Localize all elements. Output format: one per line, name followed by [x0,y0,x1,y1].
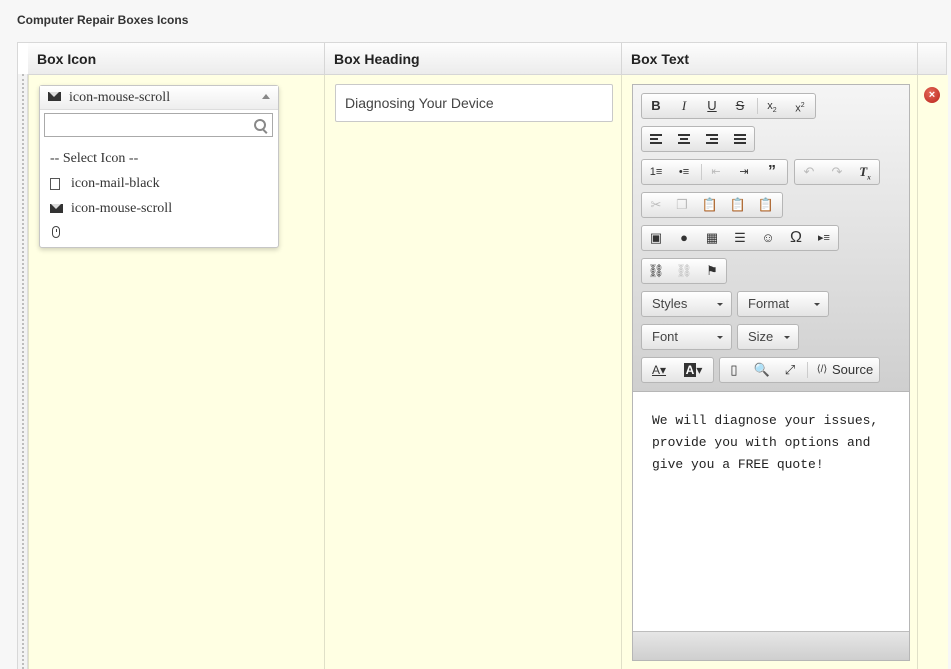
toolbar-group-colors: A▾ A ▾ [641,357,714,383]
toolbar-group-history: ↶ ↷ Tx [794,159,880,185]
paste-icon[interactable]: 📋 [700,195,720,215]
remove-row-icon[interactable]: × [924,87,940,103]
align-center-icon[interactable] [674,129,694,149]
blockquote-icon[interactable]: ” [762,162,782,182]
undo-icon[interactable]: ↶ [799,162,819,182]
search-icon [254,119,266,131]
row-actions-cell [917,75,948,669]
smiley-icon[interactable]: ☺ [758,228,778,248]
maximize-icon[interactable]: ⤢ [780,360,800,380]
icon-select-dropdown[interactable]: icon-mouse-scroll -- Select Icon -- icon… [39,85,279,248]
toolbar-group-align [641,126,755,152]
align-right-icon[interactable] [702,129,722,149]
column-header-box-text: Box Text [621,43,917,74]
source-icon[interactable]: ⟨/⟩ [812,360,832,380]
bold-icon[interactable]: B [646,96,666,116]
link-icon[interactable]: ⛓ [646,261,666,281]
copy-icon[interactable]: ❐ [672,195,692,215]
anchor-flag-icon[interactable]: ⚑ [702,261,722,281]
horizontal-rule-icon[interactable]: ☰ [730,228,750,248]
mouse-icon [52,226,60,238]
redo-icon[interactable]: ↷ [827,162,847,182]
format-dropdown[interactable]: Format [737,291,829,317]
font-dropdown[interactable]: Font [641,324,732,350]
indent-icon[interactable]: ⇥ [734,162,754,182]
text-color-icon[interactable]: A▾ [646,360,672,380]
mail-icon [50,204,63,213]
special-char-icon[interactable]: Ω [786,228,806,248]
box-text-cell: B I U S x2 x2 1≡ •≡ ⇤ ⇥ ” ↶ ↷ Tx ✂ ❐ 📋 📋… [621,75,917,669]
paste-word-icon[interactable]: 📋 [756,195,776,215]
row-drag-handle[interactable] [18,74,28,669]
page-break-icon[interactable]: ▸≡ [814,228,834,248]
repeater-table: Box Icon Box Heading Box Text icon-mouse… [17,42,948,669]
size-dropdown[interactable]: Size [737,324,799,350]
underline-icon[interactable]: U [702,96,722,116]
toolbar-group-links: ⛓ ⛓ ⚑ [641,258,727,284]
align-left-icon[interactable] [646,129,666,149]
column-header-box-icon: Box Icon [37,51,97,67]
subscript-icon[interactable]: x2 [762,96,782,116]
align-justify-icon[interactable] [730,129,750,149]
box-heading-input[interactable]: Diagnosing Your Device [335,84,613,122]
source-button-label[interactable]: Source [832,360,873,380]
table-header: Box Icon Box Heading Box Text [28,43,946,75]
cut-icon[interactable]: ✂ [646,195,666,215]
templates-icon[interactable]: ▯ [724,360,744,380]
strikethrough-icon[interactable]: S [730,96,750,116]
preview-icon[interactable]: 🔍 [752,360,772,380]
toolbar-group-lists: 1≡ •≡ ⇤ ⇥ ” [641,159,788,185]
icon-select-current[interactable]: icon-mouse-scroll [40,86,278,110]
table-icon[interactable]: ▦ [702,228,722,248]
remove-format-icon[interactable]: Tx [855,162,875,182]
image-icon[interactable]: ▣ [646,228,666,248]
section-title: Computer Repair Boxes Icons [17,13,189,27]
box-icon-cell: icon-mouse-scroll -- Select Icon -- icon… [28,75,324,669]
mail-black-icon [50,178,60,190]
editor-status-bar [633,631,909,660]
paste-text-icon[interactable]: 📋 [728,195,748,215]
toolbar-group-insert: ▣ ● ▦ ☰ ☺ Ω ▸≡ [641,225,839,251]
icon-select-value: icon-mouse-scroll [69,90,171,105]
column-header-actions [917,43,948,74]
italic-icon[interactable]: I [674,96,694,116]
icon-search-input[interactable] [44,113,273,137]
mail-icon [48,92,61,101]
outdent-icon[interactable]: ⇤ [706,162,726,182]
box-heading-cell: Diagnosing Your Device [324,75,621,669]
styles-dropdown[interactable]: Styles [641,291,732,317]
background-color-icon[interactable]: A ▾ [680,360,706,380]
bulleted-list-icon[interactable]: •≡ [674,162,694,182]
toolbar-group-basic: B I U S x2 x2 [641,93,816,119]
toolbar-group-tools: ▯ 🔍 ⤢ ⟨/⟩ Source [719,357,880,383]
unlink-icon[interactable]: ⛓ [674,261,694,281]
editor-toolbar: B I U S x2 x2 1≡ •≡ ⇤ ⇥ ” ↶ ↷ Tx ✂ ❐ 📋 📋… [633,85,909,392]
superscript-icon[interactable]: x2 [790,96,810,116]
rich-text-editor: B I U S x2 x2 1≡ •≡ ⇤ ⇥ ” ↶ ↷ Tx ✂ ❐ 📋 📋… [632,84,910,661]
chevron-up-icon [262,94,270,99]
toolbar-group-clipboard: ✂ ❐ 📋 📋 📋 [641,192,783,218]
numbered-list-icon[interactable]: 1≡ [646,162,666,182]
editor-content[interactable]: We will diagnose your issues, provide yo… [652,410,897,476]
column-header-box-heading: Box Heading [324,43,621,74]
flash-icon[interactable]: ● [674,228,694,248]
